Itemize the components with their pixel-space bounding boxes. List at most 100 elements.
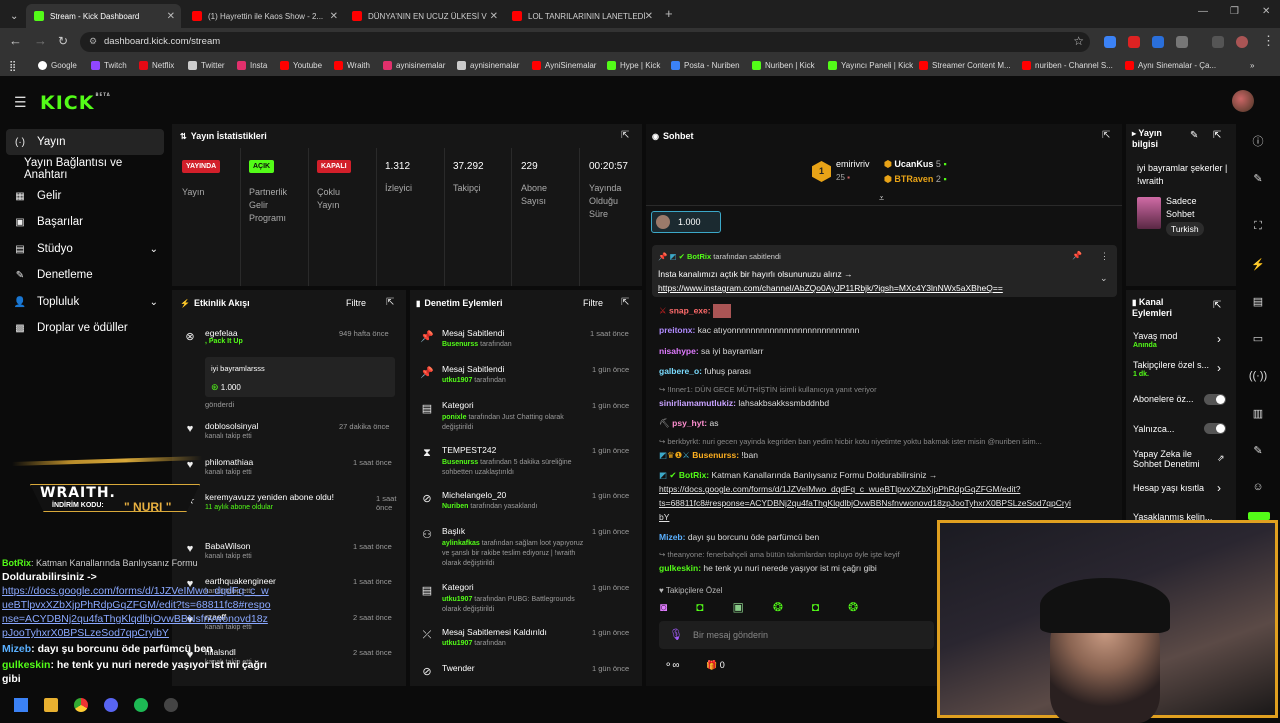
bookmark-item[interactable]: Posta - Nuriben [671,61,740,70]
extension-icon[interactable] [1104,36,1116,48]
sidebar-item-community[interactable]: 👤 Topluluk ⌄ [6,289,164,315]
user-avatar[interactable] [1232,90,1254,112]
bookmark-item[interactable]: Youtube [280,61,322,70]
ai-moderation-item[interactable]: Yapay Zeka ile Sohbet Denetimi [1133,449,1213,469]
tab-search-icon[interactable]: ⌄ [2,4,18,28]
emote[interactable]: ▣ [733,600,744,616]
tab-youtube-3[interactable]: LOL TANRILARININ LANETLEDİ ✕ [504,4,659,28]
maximize-icon[interactable]: ❐ [1230,6,1239,17]
chat-link[interactable]: https://docs.google.com/forms/d/1JZVeIMw… [659,484,1020,494]
kick-logo[interactable]: KICKBETA [40,92,111,114]
popout-icon[interactable]: ⇱ [1102,130,1110,141]
profile-icon[interactable] [1236,36,1248,48]
url-input[interactable]: ⚙ dashboard.kick.com/stream ☆ [80,32,1090,52]
tab-youtube-1[interactable]: (1) Hayrettin ile Kaos Show - 2... ✕ [184,4,344,28]
camera-icon[interactable]: ⛶ [1246,214,1270,238]
obs-icon[interactable] [164,698,178,712]
clipboard-icon[interactable]: ▤ [1246,289,1270,313]
wrench-icon[interactable]: ✎ [1246,438,1270,462]
tab-close-icon[interactable]: ✕ [645,11,653,22]
bookmark-item[interactable]: nuriben - Channel S... [1022,61,1113,70]
discord-icon[interactable] [104,698,118,712]
new-tab-button[interactable]: + [665,6,673,21]
popout-icon[interactable]: ⇱ [386,297,394,308]
minimize-icon[interactable]: — [1198,6,1208,17]
browser-menu-icon[interactable]: ⋮ [1262,34,1275,48]
sidebar-item-drops[interactable]: ▩ Droplar ve ödüller [6,315,164,341]
window-close-icon[interactable]: ✕ [1262,6,1270,17]
extension-icon[interactable] [1128,36,1140,48]
kicks-gift-bar[interactable]: 1.000 [651,211,721,233]
sidebar-item-revenue[interactable]: ▦ Gelir [6,183,164,209]
chevron-right-icon[interactable]: › [1217,361,1221,375]
back-icon[interactable]: ← [9,34,22,48]
bookmark-item[interactable]: Hype | Kick [607,61,660,70]
tab-close-icon[interactable]: ✕ [330,11,338,22]
windows-start-icon[interactable] [14,698,28,712]
chat-bubble-icon[interactable]: ▭ [1246,326,1270,350]
microphone-icon[interactable]: 🎙 [669,628,683,641]
emote[interactable]: ❂ [773,600,783,616]
media-icon[interactable] [1212,36,1224,48]
emote[interactable]: ◙ [660,600,667,616]
chat-link[interactable]: bY [659,512,669,522]
bookmark-item[interactable]: Streamer Content M... [919,61,1011,70]
more-options-icon[interactable]: ⋮ [1100,251,1109,262]
bookmarks-overflow-icon[interactable]: » [1250,61,1254,70]
user-icon[interactable]: ☺ [1246,475,1270,499]
followers-only-item[interactable]: Takipçilere özel s... 1 dk. [1133,360,1213,378]
tab-close-icon[interactable]: ✕ [167,11,175,22]
panel-icon[interactable]: ▥ [1246,401,1270,425]
tab-close-icon[interactable]: ✕ [490,11,498,22]
infinity-icon[interactable]: ⚬∞ [664,660,680,671]
pin-icon[interactable]: 📌 [1072,251,1082,260]
chevron-down-icon[interactable]: ⌄ [1100,273,1108,284]
bookmark-item[interactable]: aynisinemalar [383,61,445,70]
menu-icon[interactable]: ☰ [14,94,27,111]
lightning-icon[interactable]: ⚡ [1246,252,1270,276]
bookmark-item[interactable]: Wraith [334,61,370,70]
bookmark-item[interactable]: Insta [237,61,267,70]
reload-icon[interactable]: ↻ [58,34,68,48]
moderation-filter-button[interactable]: Filtre [583,298,603,308]
tab-youtube-2[interactable]: DÜNYA'NIN EN UCUZ ÜLKESİ V ✕ [344,4,504,28]
slow-mode-item[interactable]: Yavaş mod Anında [1133,331,1177,349]
popout-icon[interactable]: ⇱ [1213,300,1221,311]
popout-icon[interactable]: ⇱ [1213,130,1221,141]
account-age-item[interactable]: Hesap yaşı kısıtla [1133,483,1204,493]
bookmark-item[interactable]: AyniSinemalar [532,61,596,70]
emote[interactable]: ❂ [848,600,858,616]
sidebar-item-achievements[interactable]: ▣ Başarılar [6,209,164,235]
popout-icon[interactable]: ⇱ [621,297,629,308]
bookmark-item[interactable]: Aynı Sinemalar - Ça... [1125,61,1216,70]
edit-icon[interactable]: ✎ [1190,130,1198,141]
site-info-icon[interactable]: ⚙ [89,36,97,47]
sidebar-item-stream-key[interactable]: Yayın Bağlantısı ve Anahtarı [6,156,164,182]
subscribers-only-toggle[interactable] [1204,394,1226,405]
chevron-right-icon[interactable]: › [1217,332,1221,346]
edit-icon[interactable]: ✎ [1246,166,1270,190]
bookmark-item[interactable]: Yayıncı Paneli | Kick [828,61,913,70]
extension-icon[interactable] [1152,36,1164,48]
file-explorer-icon[interactable] [44,698,58,712]
bookmark-star-icon[interactable]: ☆ [1073,34,1084,48]
category-name[interactable]: Sadece Sohbet [1166,195,1226,221]
green-action-button[interactable] [1248,512,1270,520]
popout-icon[interactable]: ⇱ [621,130,629,141]
bookmark-item[interactable]: Twitter [188,61,225,70]
tab-kick-dashboard[interactable]: Stream - Kick Dashboard ✕ [26,4,181,28]
forward-icon[interactable]: → [34,34,47,48]
bookmark-item[interactable]: Nuriben | Kick [752,61,815,70]
activity-filter-button[interactable]: Filtre [346,298,366,308]
sidebar-item-moderation[interactable]: ✎ Denetleme [6,262,164,288]
sidebar-item-stream[interactable]: (·) Yayın [6,129,164,155]
collapse-icon[interactable]: ⩡ [879,193,884,204]
top-gifter-name[interactable]: ⬢ UcanKus 5 ▪ [884,159,947,170]
bookmark-item[interactable]: Netflix [139,61,174,70]
top-gifter-name[interactable]: ⬢ BTRaven 2 ▪ [884,174,947,185]
gifts-count[interactable]: 🎁 0 [706,660,725,671]
emotes-only-toggle[interactable] [1204,423,1226,434]
chat-link[interactable]: ts=68811fc8#response=ACYDBNj2qu4faThgKlq… [659,498,1071,508]
info-icon[interactable]: ⓘ [1246,129,1270,153]
chevron-right-icon[interactable]: › [1217,481,1221,495]
